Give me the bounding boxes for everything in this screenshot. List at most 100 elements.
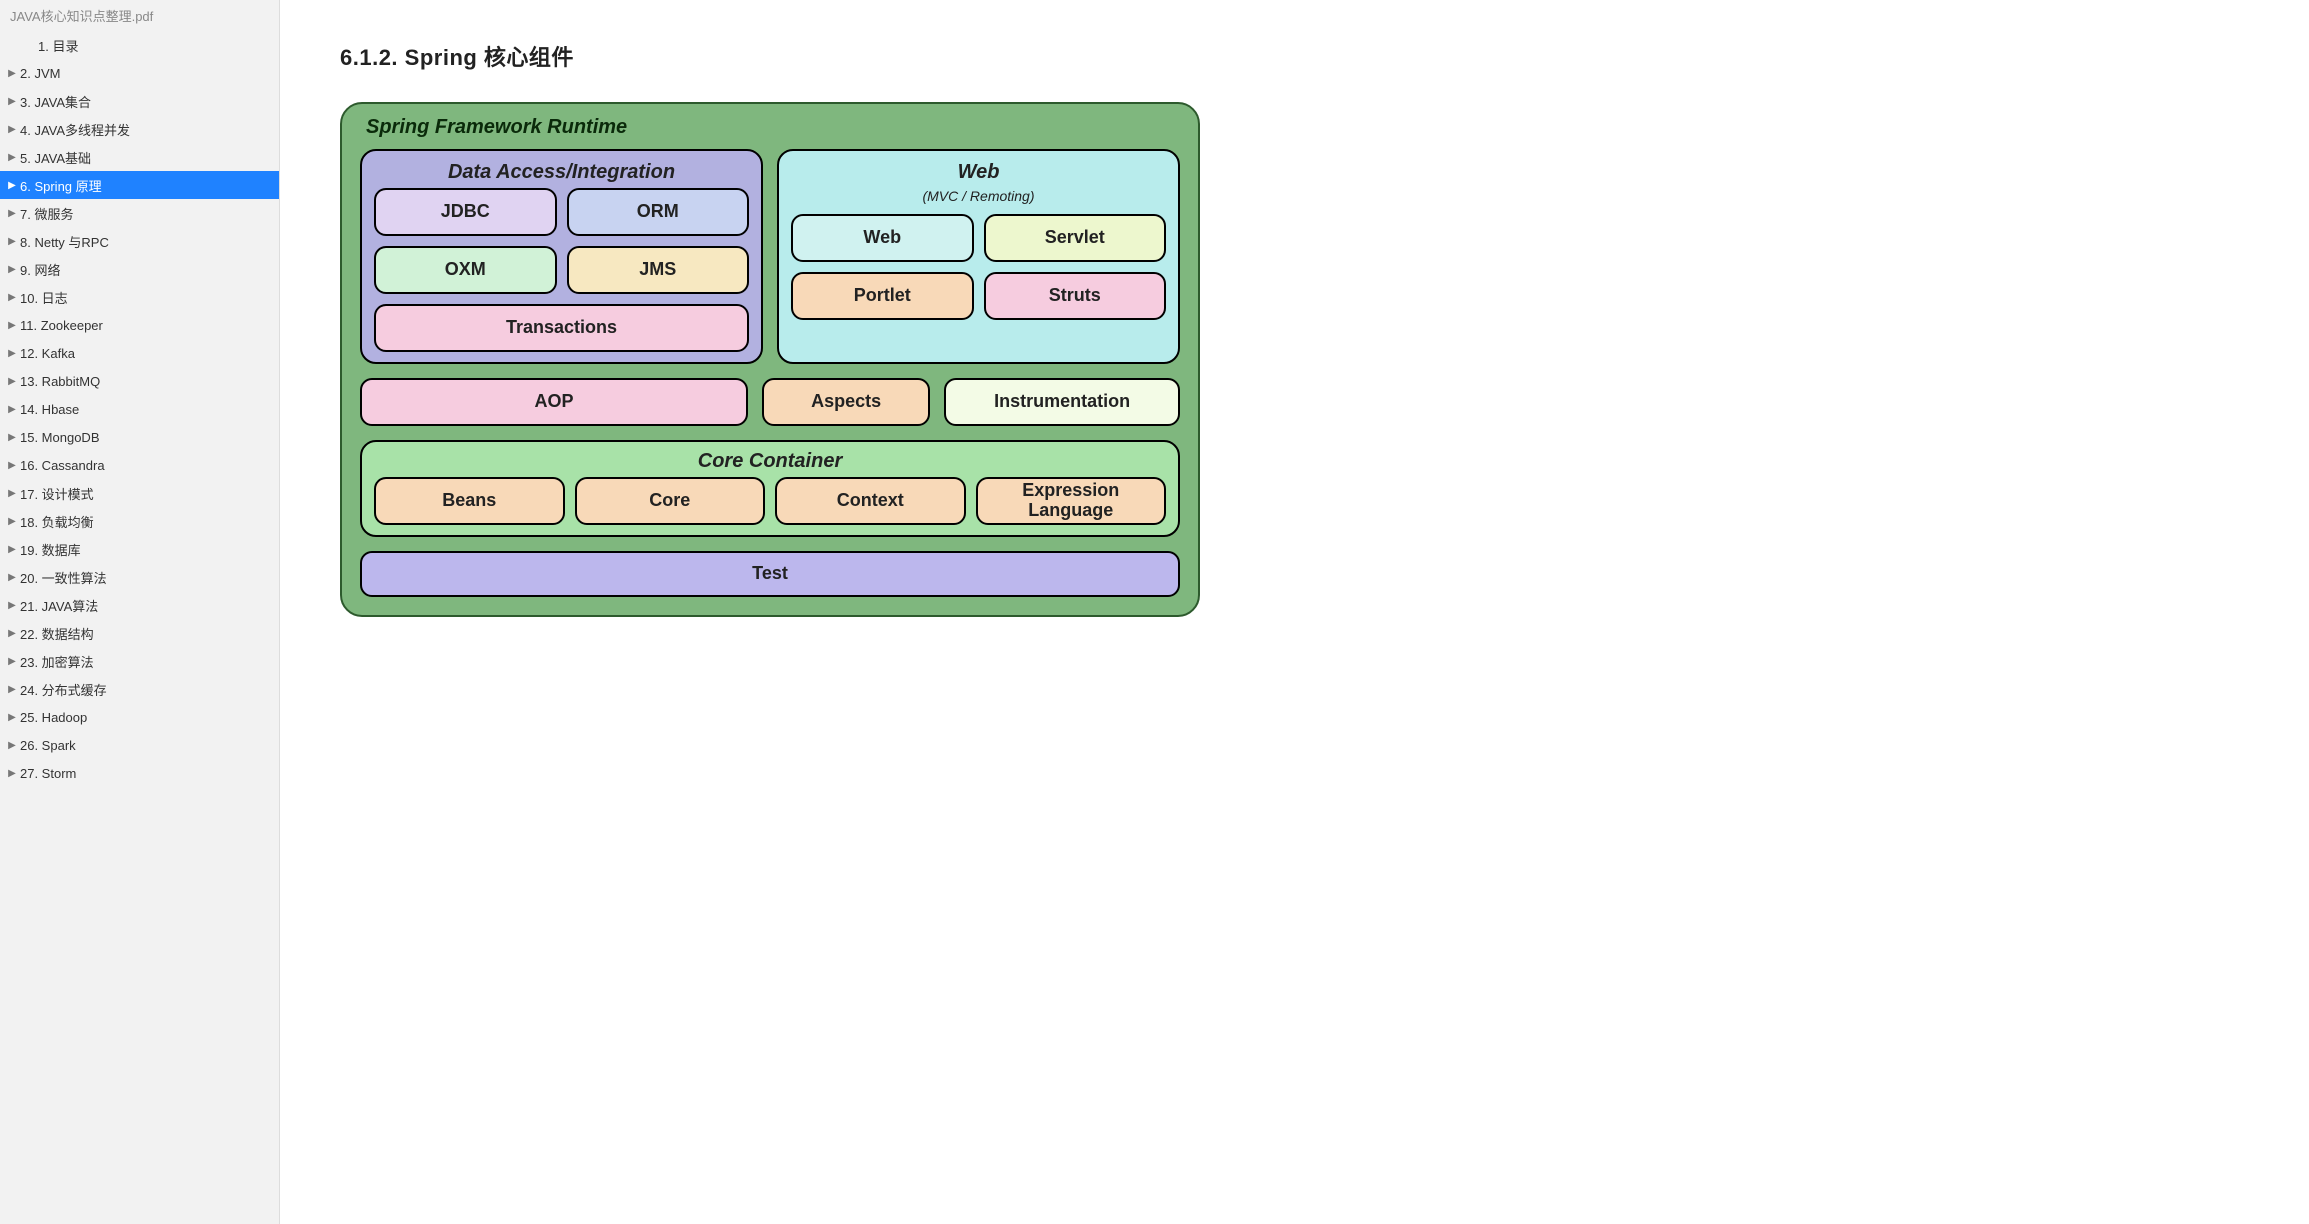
toc-item-12[interactable]: ▶13. RabbitMQ: [0, 367, 279, 395]
mid-row: AOP Aspects Instrumentation: [360, 378, 1180, 426]
web-title: Web: [791, 161, 1166, 184]
toc-item-label: 11. Zookeeper: [20, 318, 103, 333]
chevron-right-icon: ▶: [6, 292, 18, 303]
section-title: 6.1.2. Spring 核心组件: [340, 40, 2249, 72]
data-access-panel: Data Access/Integration JDBC ORM OXM JMS…: [360, 149, 763, 364]
chevron-right-icon: ▶: [6, 628, 18, 639]
chevron-right-icon: ▶: [6, 404, 18, 415]
chevron-right-icon: ▶: [6, 180, 18, 191]
toc-item-24[interactable]: ▶25. Hadoop: [0, 703, 279, 731]
chevron-right-icon: ▶: [6, 544, 18, 555]
core-container-panel: Core Container Beans Core Context Expres…: [360, 440, 1180, 537]
toc-item-3[interactable]: ▶4. JAVA多线程并发: [0, 115, 279, 143]
main-content: 6.1.2. Spring 核心组件 Spring Framework Runt…: [280, 0, 2309, 1224]
toc-item-label: 4. JAVA多线程并发: [20, 120, 130, 139]
instrumentation-chip: Instrumentation: [944, 378, 1180, 426]
chevron-right-icon: ▶: [6, 684, 18, 695]
chevron-right-icon: ▶: [6, 376, 18, 387]
toc-item-label: 19. 数据库: [20, 540, 81, 559]
toc-item-1[interactable]: ▶2. JVM: [0, 59, 279, 87]
toc-item-label: 15. MongoDB: [20, 430, 100, 445]
toc-item-16[interactable]: ▶17. 设计模式: [0, 479, 279, 507]
document-title: JAVA核心知识点整理.pdf: [0, 0, 279, 31]
toc-item-23[interactable]: ▶24. 分布式缓存: [0, 675, 279, 703]
toc-item-21[interactable]: ▶22. 数据结构: [0, 619, 279, 647]
toc-item-0[interactable]: 1. 目录: [0, 31, 279, 59]
servlet-chip: Servlet: [984, 214, 1167, 262]
sidebar: JAVA核心知识点整理.pdf 1. 目录▶2. JVM▶3. JAVA集合▶4…: [0, 0, 280, 1224]
chevron-right-icon: ▶: [6, 320, 18, 331]
chevron-right-icon: ▶: [6, 152, 18, 163]
toc-item-label: 23. 加密算法: [20, 652, 94, 671]
chevron-right-icon: ▶: [6, 516, 18, 527]
toc-item-label: 1. 目录: [38, 36, 78, 55]
toc-item-label: 6. Spring 原理: [20, 176, 102, 195]
oxm-chip: OXM: [374, 246, 557, 294]
toc-item-26[interactable]: ▶27. Storm: [0, 759, 279, 787]
toc-item-18[interactable]: ▶19. 数据库: [0, 535, 279, 563]
toc-item-label: 14. Hbase: [20, 402, 79, 417]
toc-item-7[interactable]: ▶8. Netty 与RPC: [0, 227, 279, 255]
toc-item-2[interactable]: ▶3. JAVA集合: [0, 87, 279, 115]
web-subtitle: (MVC / Remoting): [791, 188, 1166, 204]
jdbc-chip: JDBC: [374, 188, 557, 236]
chevron-right-icon: ▶: [6, 768, 18, 779]
chevron-right-icon: ▶: [6, 68, 18, 79]
toc-item-15[interactable]: ▶16. Cassandra: [0, 451, 279, 479]
chevron-right-icon: ▶: [6, 432, 18, 443]
chevron-right-icon: ▶: [6, 208, 18, 219]
toc-item-label: 8. Netty 与RPC: [20, 232, 109, 251]
toc-item-8[interactable]: ▶9. 网络: [0, 255, 279, 283]
toc-item-11[interactable]: ▶12. Kafka: [0, 339, 279, 367]
el-chip: Expression Language: [976, 477, 1167, 525]
toc-item-label: 9. 网络: [20, 260, 60, 279]
chevron-right-icon: ▶: [6, 264, 18, 275]
toc-item-label: 5. JAVA基础: [20, 148, 91, 167]
web-chip: Web: [791, 214, 974, 262]
toc-item-6[interactable]: ▶7. 微服务: [0, 199, 279, 227]
chevron-right-icon: ▶: [6, 600, 18, 611]
core-chip: Core: [575, 477, 766, 525]
toc-item-label: 2. JVM: [20, 66, 60, 81]
toc-item-22[interactable]: ▶23. 加密算法: [0, 647, 279, 675]
toc-item-25[interactable]: ▶26. Spark: [0, 731, 279, 759]
chevron-right-icon: ▶: [6, 740, 18, 751]
chevron-right-icon: ▶: [6, 348, 18, 359]
struts-chip: Struts: [984, 272, 1167, 320]
chevron-right-icon: ▶: [6, 236, 18, 247]
portlet-chip: Portlet: [791, 272, 974, 320]
chevron-right-icon: ▶: [6, 96, 18, 107]
runtime-panel: Spring Framework Runtime Data Access/Int…: [340, 102, 1200, 617]
web-panel: Web (MVC / Remoting) Web Servlet Portlet…: [777, 149, 1180, 364]
data-access-title: Data Access/Integration: [374, 161, 749, 184]
toc-item-label: 24. 分布式缓存: [20, 680, 107, 699]
toc-item-5[interactable]: ▶6. Spring 原理: [0, 171, 279, 199]
toc-item-19[interactable]: ▶20. 一致性算法: [0, 563, 279, 591]
aop-chip: AOP: [360, 378, 748, 426]
toc-item-4[interactable]: ▶5. JAVA基础: [0, 143, 279, 171]
transactions-chip: Transactions: [374, 304, 749, 352]
toc-item-label: 13. RabbitMQ: [20, 374, 100, 389]
toc-item-9[interactable]: ▶10. 日志: [0, 283, 279, 311]
toc-item-label: 3. JAVA集合: [20, 92, 91, 111]
toc-item-20[interactable]: ▶21. JAVA算法: [0, 591, 279, 619]
chevron-right-icon: ▶: [6, 488, 18, 499]
orm-chip: ORM: [567, 188, 750, 236]
chevron-right-icon: ▶: [6, 460, 18, 471]
toc-item-label: 26. Spark: [20, 738, 76, 753]
chevron-right-icon: ▶: [6, 572, 18, 583]
context-chip: Context: [775, 477, 966, 525]
toc-item-label: 12. Kafka: [20, 346, 75, 361]
toc-item-label: 25. Hadoop: [20, 710, 87, 725]
toc-item-14[interactable]: ▶15. MongoDB: [0, 423, 279, 451]
toc-item-label: 16. Cassandra: [20, 458, 105, 473]
aspects-chip: Aspects: [762, 378, 930, 426]
toc-item-10[interactable]: ▶11. Zookeeper: [0, 311, 279, 339]
toc-item-label: 22. 数据结构: [20, 624, 94, 643]
beans-chip: Beans: [374, 477, 565, 525]
toc-item-label: 7. 微服务: [20, 204, 73, 223]
top-row: Data Access/Integration JDBC ORM OXM JMS…: [360, 149, 1180, 364]
toc-item-17[interactable]: ▶18. 负载均衡: [0, 507, 279, 535]
toc-item-13[interactable]: ▶14. Hbase: [0, 395, 279, 423]
test-row: Test: [360, 551, 1180, 597]
